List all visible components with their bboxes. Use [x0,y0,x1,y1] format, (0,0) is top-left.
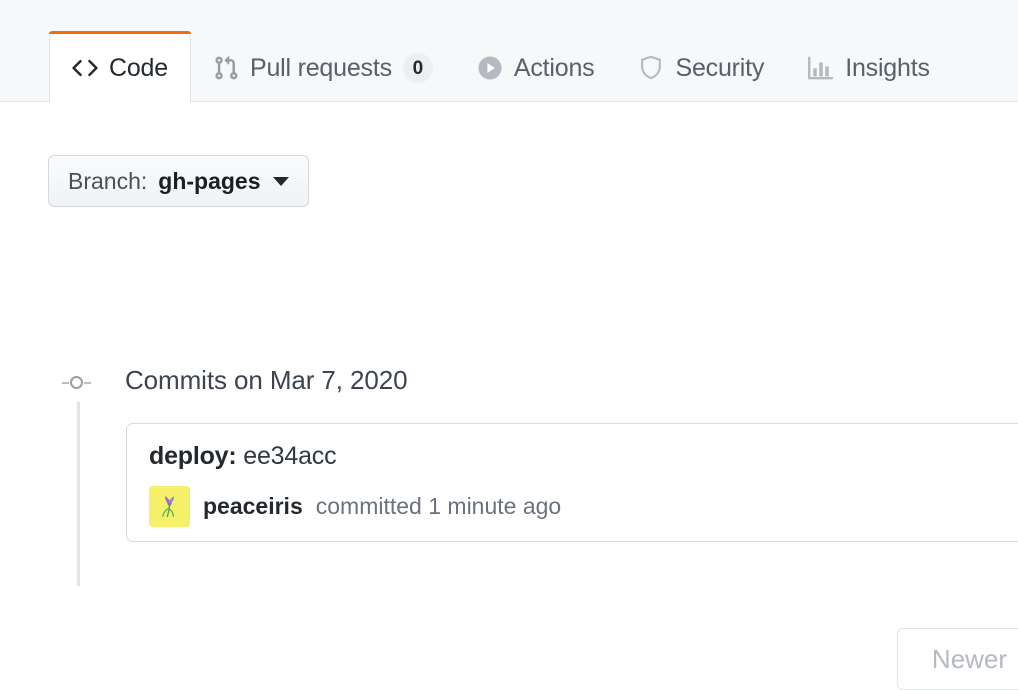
branch-selector-container: Branch: gh-pages [48,155,309,207]
git-pull-request-icon [213,55,239,81]
branch-name-label: gh-pages [158,167,261,194]
iris-flower-avatar[interactable] [149,486,190,527]
play-icon [477,55,503,81]
commit-timeline-line [77,402,80,586]
shield-icon [638,55,664,81]
commits-page-content: Branch: gh-pages Commits on Mar 7, 2020 … [0,102,1018,690]
tab-insights-label: Insights [845,53,930,82]
pull-requests-counter: 0 [402,53,433,83]
tab-code-label: Code [109,53,168,82]
newer-page-button[interactable]: Newer [897,628,1018,690]
tab-actions-label: Actions [513,53,595,82]
tab-actions[interactable]: Actions [455,34,617,102]
triangle-down-icon [272,176,289,186]
pagination-container: Newer [897,628,1018,690]
branch-prefix-label: Branch: [68,167,148,194]
commit-message[interactable]: deploy: ee34acc [149,444,1018,469]
commit-timeline-node-icon [62,374,95,391]
tab-insights[interactable]: Insights [786,34,952,102]
tab-list: Code Pull requests 0 Actions Security In… [49,0,952,103]
timeline-ring [70,376,83,389]
commit-meta: peaceiris committed 1 minute ago [149,486,1018,527]
commit-message-prefix: deploy: [149,442,237,470]
commit-author-name[interactable]: peaceiris [203,493,303,520]
timeline-dash-right [84,381,91,384]
commit-group-heading: Commits on Mar 7, 2020 [125,365,408,395]
tab-security[interactable]: Security [616,34,786,102]
code-icon [72,55,98,81]
commit-timestamp: committed 1 minute ago [315,493,562,519]
repository-tab-navigation: Code Pull requests 0 Actions Security In… [0,0,1018,103]
branch-selector-button[interactable]: Branch: gh-pages [48,155,309,207]
tab-code[interactable]: Code [49,31,191,103]
tab-pull-requests-label: Pull requests [249,53,392,82]
tab-pull-requests[interactable]: Pull requests 0 [191,34,455,102]
commit-list-item: deploy: ee34acc peaceiris committed 1 mi… [126,423,1018,542]
commit-message-sha: ee34acc [243,442,337,470]
tab-security-label: Security [675,53,765,82]
graph-icon [808,55,834,81]
timeline-dash-left [62,381,69,384]
